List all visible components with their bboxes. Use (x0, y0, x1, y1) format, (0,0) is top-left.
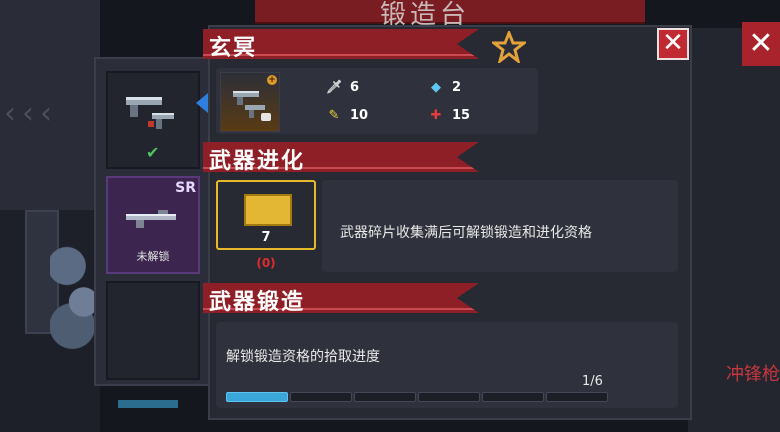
progress-segment (354, 392, 416, 402)
background-close-icon: ✕ (742, 22, 780, 66)
evolution-description-box: 武器碎片收集满后可解锁锻造和进化资格 (322, 180, 678, 272)
weapon-slot-sr[interactable]: SR 未解锁 (106, 176, 200, 274)
evolution-title: 武器进化 (209, 149, 306, 174)
weapon-name: 玄冥 (209, 36, 258, 61)
favorite-star-icon[interactable] (492, 31, 526, 63)
selection-arrow-icon (196, 93, 208, 113)
fragment-slot[interactable]: 7 (216, 180, 316, 250)
fragment-count: 7 (261, 230, 271, 245)
stat-crit: ✎ 10 (326, 108, 369, 123)
check-icon: ✔ (146, 143, 160, 162)
fragment-requirement: (0) (256, 256, 276, 270)
close-button[interactable]: ✕ (657, 28, 689, 60)
background-right-panel: 冲锋枪 (688, 28, 780, 432)
evolution-banner: 武器进化 (203, 142, 479, 172)
progress-segment (482, 392, 544, 402)
background-arrows: ‹‹‹ (4, 96, 58, 131)
forge-description: 解锁锻造资格的拾取进度 (226, 349, 380, 365)
background-progress-strip (118, 400, 178, 408)
evolution-section: 7 (0) 武器碎片收集满后可解锁锻造和进化资格 (216, 178, 678, 276)
weapon-list: ✔ SR 未解锁 (94, 57, 212, 386)
rarity-badge: SR (175, 180, 196, 196)
background-weapon-type: 冲锋枪 (726, 364, 780, 385)
forge-progress-label: 1/6 (582, 374, 603, 389)
progress-segment (546, 392, 608, 402)
fragment-icon (244, 194, 292, 226)
weapon-name-banner: 玄冥 (203, 29, 479, 59)
stat-attack: 🗡 6 (326, 80, 360, 95)
locked-label: 未解锁 (136, 250, 170, 263)
crosshair-icon: ✚ (430, 108, 442, 123)
forge-section: 解锁锻造资格的拾取进度 1/6 (216, 322, 678, 408)
progress-segment (226, 392, 288, 402)
weapon-stats: + 🗡 6 ◆ 2 ✎ 10 ✚ 15 (216, 68, 538, 134)
stat-energy: ◆ 2 (428, 80, 461, 95)
diamond-icon: ◆ (431, 80, 441, 95)
stat-accuracy: ✚ 15 (428, 108, 471, 123)
weapon-slot-empty[interactable] (106, 281, 200, 380)
weapon-slot-current[interactable]: ✔ (106, 71, 200, 169)
upgrade-badge: + (267, 75, 277, 85)
progress-segment (290, 392, 352, 402)
rifle-icon (126, 210, 176, 228)
gun-icon (126, 97, 174, 129)
forge-title: 武器锻造 (209, 290, 306, 315)
sword-icon: 🗡 (326, 80, 343, 95)
forge-banner: 武器锻造 (203, 283, 479, 313)
evolution-description: 武器碎片收集满后可解锁锻造和进化资格 (340, 225, 592, 241)
forge-progress-bar (226, 392, 608, 402)
progress-segment (418, 392, 480, 402)
feather-icon: ✎ (328, 108, 340, 123)
weapon-preview: + (220, 72, 280, 132)
